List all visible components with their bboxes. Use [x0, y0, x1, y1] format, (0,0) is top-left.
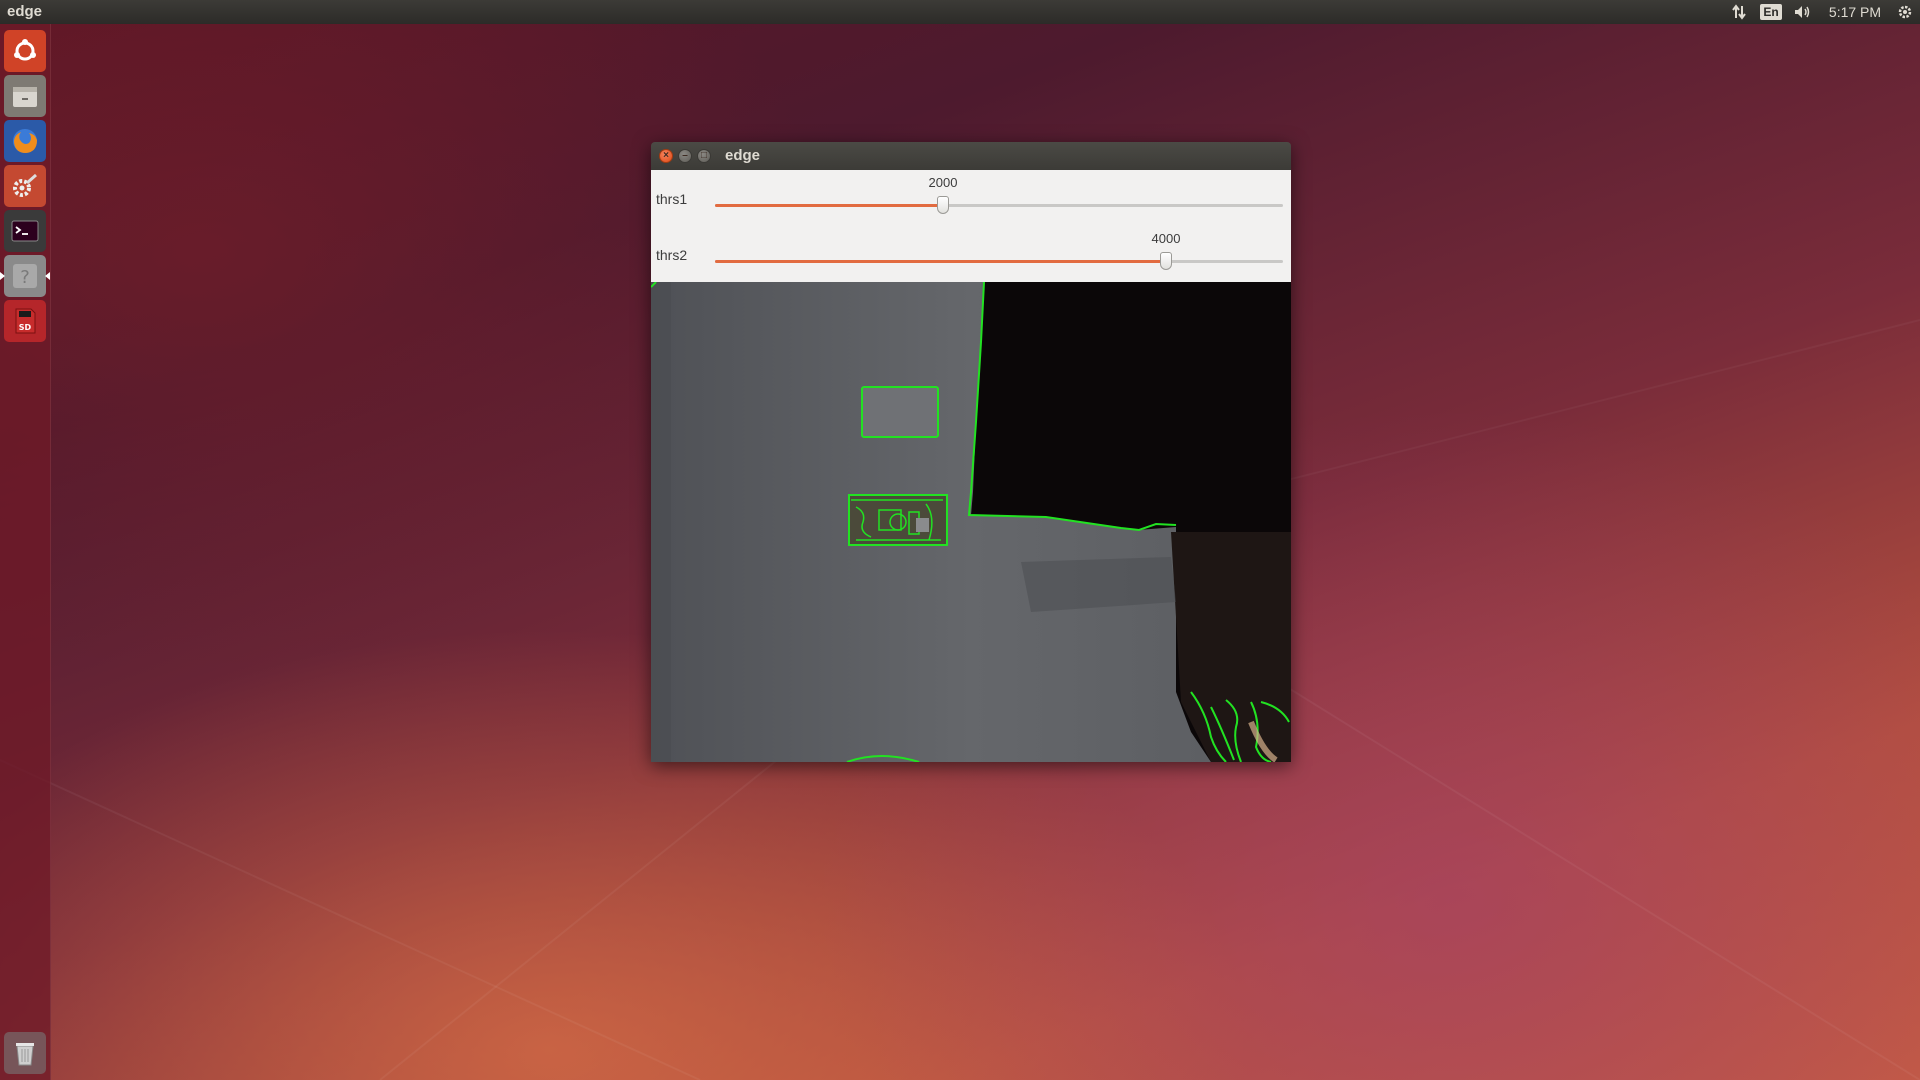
- camera-edge-view: [651, 282, 1291, 762]
- left-edge-shadow: [651, 282, 671, 762]
- trackbar-thumb[interactable]: [1160, 252, 1172, 270]
- board-connector: [916, 518, 929, 532]
- trackbar-panel: thrs1 2000 thrs2 4000: [651, 170, 1291, 282]
- terminal-icon: [11, 220, 39, 242]
- launcher-focused-pip: [45, 272, 50, 280]
- up-down-arrows-icon: [1732, 4, 1746, 20]
- ubuntu-logo-icon: [14, 39, 36, 61]
- file-cabinet-icon: [13, 87, 37, 107]
- maximize-icon: □: [700, 150, 708, 161]
- rectangle-contour: [861, 386, 939, 438]
- launcher-terminal[interactable]: [4, 210, 46, 252]
- close-icon: ×: [663, 150, 669, 161]
- trackbar-thrs2: thrs2 4000: [651, 226, 1291, 282]
- launcher-sd-card[interactable]: SD: [4, 300, 46, 342]
- svg-text:?: ?: [20, 267, 30, 288]
- edge-window: × – □ edge thrs1 2000 thrs2 4000: [651, 142, 1291, 762]
- question-mark-icon: ?: [13, 264, 37, 288]
- window-title: edge: [725, 147, 761, 164]
- launcher-active-pip: [0, 272, 5, 280]
- trackbar-label: thrs1: [656, 191, 688, 207]
- window-close-button[interactable]: ×: [659, 149, 673, 163]
- launcher-dash-home[interactable]: [4, 30, 46, 72]
- gear-icon: [1898, 5, 1912, 19]
- trackbar-thrs1: thrs1 2000: [651, 170, 1291, 226]
- trackbar-thumb[interactable]: [937, 196, 949, 214]
- window-minimize-button[interactable]: –: [678, 149, 692, 163]
- trackbar-label: thrs2: [656, 247, 688, 263]
- clock-text: 5:17 PM: [1828, 4, 1882, 20]
- trackbar-value: 2000: [928, 175, 958, 190]
- edge-detection-image: [651, 282, 1291, 762]
- top-panel: edge En 5:17 PM: [0, 0, 1920, 24]
- trackbar-value: 4000: [1151, 231, 1181, 246]
- settings-gears-icon: [13, 173, 37, 197]
- session-indicator[interactable]: [1890, 0, 1920, 24]
- trackbar-fill: [715, 204, 943, 207]
- speaker-icon: [1795, 6, 1810, 18]
- firefox-icon: [13, 129, 37, 153]
- clock-indicator[interactable]: 5:17 PM: [1820, 0, 1890, 24]
- window-maximize-button[interactable]: □: [697, 149, 711, 163]
- launcher: ? SD: [0, 24, 51, 1080]
- network-indicator[interactable]: [1722, 0, 1756, 24]
- keyboard-layout-indicator[interactable]: En: [1756, 0, 1786, 24]
- window-titlebar[interactable]: × – □ edge: [651, 142, 1291, 170]
- indicator-tray: En 5:17 PM: [1722, 0, 1920, 24]
- launcher-firefox[interactable]: [4, 120, 46, 162]
- launcher-system-settings[interactable]: [4, 165, 46, 207]
- trackbar-fill: [715, 260, 1166, 263]
- trash-icon: [16, 1043, 34, 1066]
- trackbar-track[interactable]: [715, 260, 1283, 263]
- sd-card-icon: SD: [15, 308, 36, 334]
- launcher-files[interactable]: [4, 75, 46, 117]
- launcher-trash[interactable]: [4, 1032, 46, 1074]
- minimize-icon: –: [682, 150, 688, 161]
- svg-text:SD: SD: [19, 323, 32, 332]
- keyboard-layout-label: En: [1760, 4, 1782, 20]
- sound-indicator[interactable]: [1786, 0, 1820, 24]
- launcher-unknown-app[interactable]: ?: [4, 255, 46, 297]
- trackbar-track[interactable]: [715, 204, 1283, 207]
- active-app-title: edge: [7, 3, 43, 20]
